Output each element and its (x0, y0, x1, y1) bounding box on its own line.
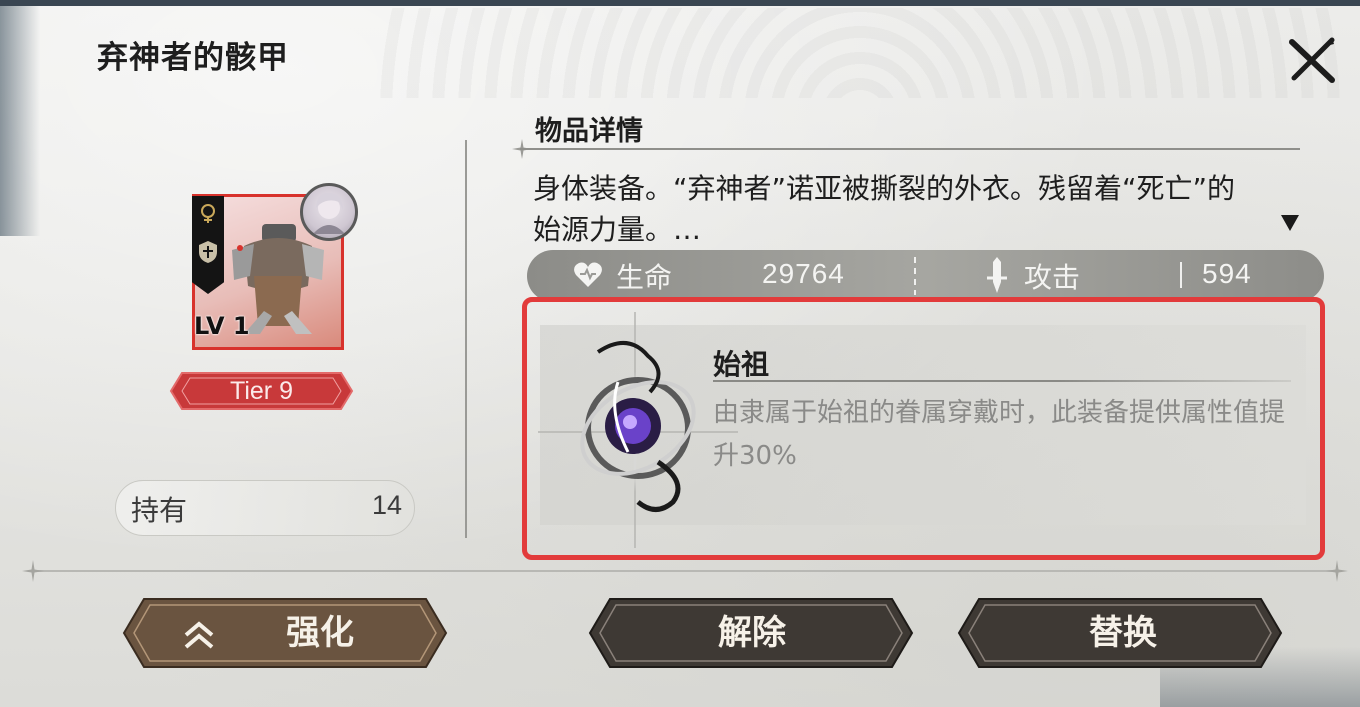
close-button[interactable] (1286, 34, 1338, 86)
hold-label: 持有 (131, 494, 188, 527)
character-avatar[interactable] (300, 183, 358, 241)
sword-icon (987, 257, 1007, 293)
corner-shade (0, 6, 40, 236)
bottom-divider (30, 570, 1340, 572)
highlight-box (522, 297, 1325, 560)
stat-label-hp: 生命 (616, 261, 673, 294)
replace-label: 替换 (1089, 613, 1157, 653)
shield-icon (199, 241, 217, 263)
column-divider (465, 140, 467, 538)
expand-arrow-icon[interactable] (1279, 213, 1301, 233)
section-title: 物品详情 (535, 116, 643, 147)
tier-label: Tier 9 (230, 377, 293, 405)
enhance-label: 强化 (286, 613, 354, 653)
stats-separator-small (1180, 262, 1182, 288)
top-strip (0, 0, 1360, 6)
stat-value-hp: 29764 (762, 258, 845, 289)
stat-value-atk: 594 (1202, 258, 1252, 289)
stat-label-atk: 攻击 (1024, 261, 1081, 294)
close-icon (1289, 37, 1335, 83)
enhance-button-frame (122, 598, 448, 668)
unequip-label: 解除 (718, 613, 786, 653)
dialog-title: 弃神者的骸甲 (97, 40, 289, 76)
item-level: LV 1 (194, 312, 250, 340)
unequip-button[interactable]: 解除 (586, 593, 916, 673)
sparkle-icon (22, 560, 44, 582)
replace-button[interactable]: 替换 (955, 593, 1285, 673)
stats-separator (914, 257, 916, 295)
item-description: 身体装备。“弃神者”诺亚被撕裂的外衣。残留着“死亡”的始源力量。… (533, 172, 1236, 246)
section-divider (520, 148, 1300, 150)
rose-icon (201, 204, 215, 223)
sparkle-icon (1326, 560, 1348, 582)
enhance-button[interactable]: 强化 (120, 593, 450, 673)
hold-value: 14 (372, 490, 403, 520)
heart-icon (574, 262, 602, 287)
avatar-icon (313, 192, 345, 234)
double-chevron-up-icon (184, 621, 214, 649)
ornament-pattern (380, 8, 1340, 98)
